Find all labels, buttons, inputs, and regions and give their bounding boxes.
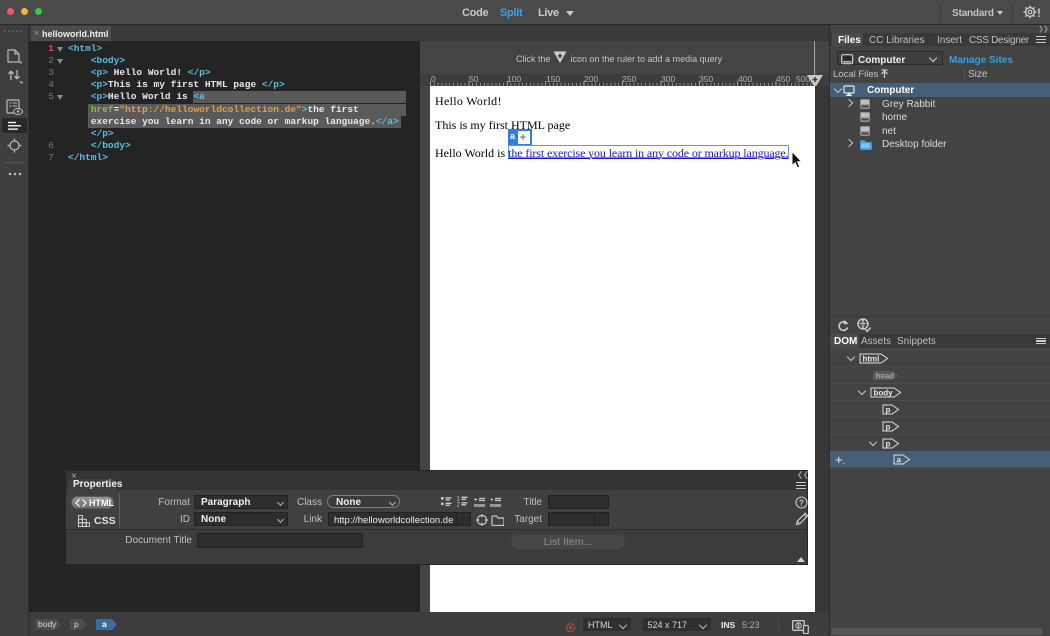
- svg-text:?: ?: [799, 499, 804, 508]
- svg-text:p: p: [885, 439, 890, 448]
- svg-text:a: a: [897, 456, 902, 465]
- svg-text:head: head: [876, 371, 895, 380]
- svg-text:p: p: [885, 405, 890, 414]
- svg-text:a: a: [102, 619, 107, 629]
- svg-text:html: html: [863, 354, 880, 363]
- svg-text:p: p: [885, 422, 890, 431]
- svg-text:body: body: [38, 619, 57, 629]
- svg-text:body: body: [874, 388, 894, 397]
- svg-text:2: 2: [457, 503, 461, 508]
- svg-text:p: p: [74, 619, 79, 629]
